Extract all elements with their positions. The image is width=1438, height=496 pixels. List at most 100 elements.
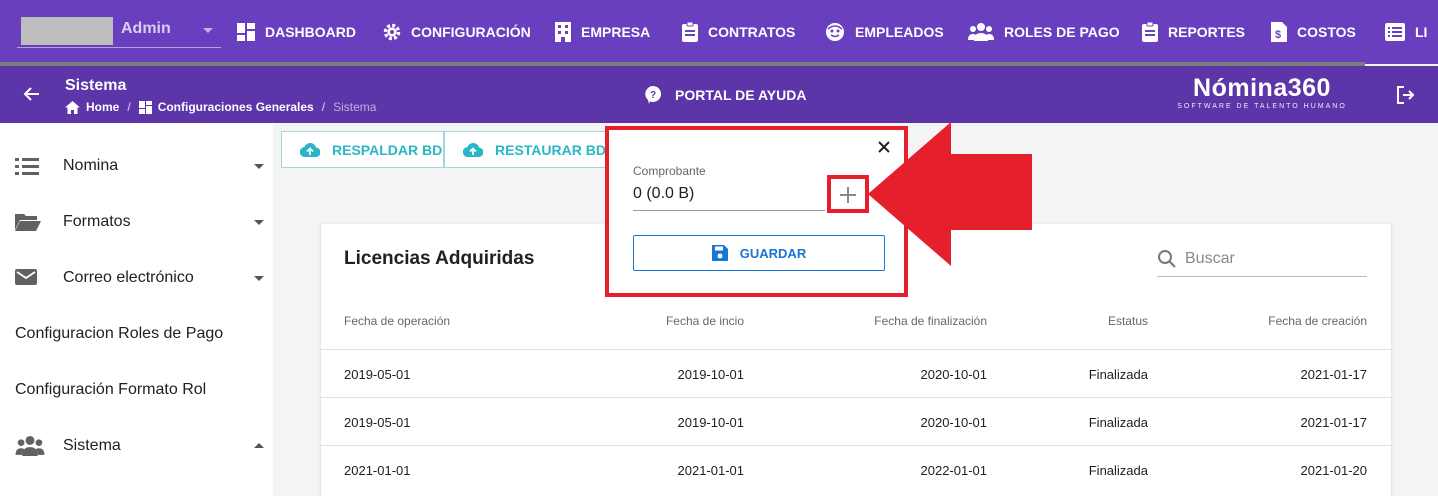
help-portal-label: PORTAL DE AYUDA [675, 87, 807, 103]
svg-text:$: $ [1275, 29, 1281, 41]
breadcrumb: Home / Configuraciones Generales / Siste… [65, 100, 376, 114]
cloud-upload-icon [463, 142, 483, 157]
sidebar-item-label: Formatos [63, 213, 131, 230]
dashboard-icon [138, 100, 152, 114]
nav-reportes-label: REPORTES [1168, 24, 1246, 40]
brand-logo: Nómina360 SOFTWARE DE TALENTO HUMANO [1172, 74, 1352, 110]
document-dollar-icon: $ [1271, 22, 1287, 42]
clipboard-icon [1142, 22, 1158, 42]
chevron-down-icon [254, 164, 264, 169]
cloud-upload-icon [300, 142, 320, 157]
gear-icon [383, 23, 401, 41]
restore-db-button[interactable]: RESTAURAR BD [444, 131, 608, 168]
backup-db-label: RESPALDAR BD [332, 141, 443, 158]
help-bubble-icon: ? [645, 86, 661, 104]
building-icon [555, 22, 571, 42]
nav-dashboard[interactable]: DASHBOARD [237, 0, 356, 64]
card-title: Licencias Adquiridas [344, 248, 535, 269]
sidebar-item-configuracion-roles[interactable]: Configuracion Roles de Pago [0, 306, 273, 362]
table-cell: 2019-05-01 [344, 367, 411, 382]
home-icon [65, 100, 80, 114]
table-cell: 2021-01-17 [1300, 367, 1368, 382]
logout-icon[interactable] [1396, 86, 1416, 104]
brand-name: Nómina360 [1193, 74, 1331, 102]
table-cell: 2021-01-17 [1300, 415, 1368, 430]
column-header-fecha-creacion[interactable]: Fecha de creación [1268, 314, 1367, 328]
nav-roles-de-pago[interactable]: ROLES DE PAGO [968, 0, 1120, 64]
table-cell: 2019-10-01 [677, 367, 745, 382]
face-icon [826, 23, 844, 41]
table-row[interactable]: 2021-01-01 2021-01-01 2022-01-01 Finaliz… [321, 445, 1391, 493]
table-cell: 2020-10-01 [920, 367, 988, 382]
sidebar-item-label: Nomina [63, 157, 119, 174]
table-cell: 2021-01-01 [677, 463, 745, 478]
mail-icon [15, 269, 37, 285]
nav-empresa[interactable]: EMPRESA [555, 0, 650, 64]
column-header-fecha-inicio[interactable]: Fecha de incio [666, 314, 744, 328]
nav-costos[interactable]: $ COSTOS [1271, 0, 1356, 64]
list-icon [1385, 23, 1405, 41]
annotation-arrow-icon [868, 122, 1032, 266]
sidebar-item-formatos[interactable]: Formatos [0, 194, 273, 250]
table-cell: 2022-01-01 [920, 463, 988, 478]
breadcrumb-home[interactable]: Home [86, 100, 119, 114]
table-cell: 2021-01-20 [1300, 463, 1368, 478]
top-navbar: Admin DASHBOARD CONFIGURACIÓN EMPRESA CO… [0, 0, 1438, 64]
table-cell: Finalizada [1088, 367, 1148, 382]
column-header-fecha-finalizacion[interactable]: Fecha de finalización [874, 314, 987, 328]
page-title: Sistema [65, 77, 127, 94]
restore-db-label: RESTAURAR BD [495, 141, 606, 158]
table-row[interactable]: 2019-05-01 2019-10-01 2020-10-01 Finaliz… [321, 349, 1391, 397]
field-underline [633, 210, 825, 211]
svg-text:?: ? [650, 90, 656, 101]
nav-configuracion-label: CONFIGURACIÓN [411, 24, 531, 40]
table-cell: 2019-05-01 [344, 415, 411, 430]
sidebar-item-sistema[interactable]: Sistema [0, 418, 273, 474]
help-portal-link[interactable]: ? PORTAL DE AYUDA [645, 86, 806, 104]
sidebar-item-configuracion-formato[interactable]: Configuración Formato Rol [0, 362, 273, 418]
arrow-left-icon[interactable] [22, 84, 42, 104]
nav-empresa-label: EMPRESA [581, 24, 651, 40]
sidebar: Nomina Formatos Correo electrónico Confi… [0, 123, 273, 496]
plus-icon [840, 187, 856, 203]
list-icon [15, 158, 39, 175]
table-row[interactable]: 2019-05-01 2019-10-01 2020-10-01 Finaliz… [321, 397, 1391, 445]
sidebar-item-label: Sistema [63, 437, 121, 454]
nav-empleados-label: EMPLEADOS [855, 24, 944, 40]
nav-empleados[interactable]: EMPLEADOS [825, 0, 944, 64]
table-cell: Finalizada [1088, 463, 1148, 478]
save-label: GUARDAR [739, 245, 807, 261]
nav-li-label: LI [1415, 24, 1428, 40]
add-file-button[interactable] [827, 175, 869, 213]
table-cell: 2019-10-01 [677, 415, 745, 430]
chevron-down-icon [203, 28, 213, 33]
save-button[interactable]: GUARDAR [633, 235, 885, 271]
comprobante-label: Comprobante [633, 164, 706, 178]
sidebar-item-correo[interactable]: Correo electrónico [0, 250, 273, 306]
chevron-up-icon [254, 443, 264, 448]
nav-reportes[interactable]: REPORTES [1142, 0, 1245, 64]
comprobante-file-field[interactable]: 0 (0.0 B) [633, 185, 694, 203]
search-input[interactable] [1185, 248, 1365, 270]
search-icon [1158, 250, 1176, 268]
page-header: Sistema Home / Configuraciones Generales… [0, 66, 1438, 123]
table-cell: Finalizada [1088, 415, 1148, 430]
search-box[interactable] [1157, 244, 1367, 277]
breadcrumb-section[interactable]: Configuraciones Generales [158, 100, 314, 114]
nav-dashboard-label: DASHBOARD [265, 24, 356, 40]
people-icon [15, 436, 45, 456]
nav-contratos[interactable]: CONTRATOS [682, 0, 795, 64]
brand-tagline: SOFTWARE DE TALENTO HUMANO [1177, 103, 1347, 110]
table-cell: 2020-10-01 [920, 415, 988, 430]
upload-dialog: Comprobante 0 (0.0 B) GUARDAR [605, 126, 908, 297]
backup-db-button[interactable]: RESPALDAR BD [281, 131, 444, 168]
nav-contratos-label: CONTRATOS [708, 24, 796, 40]
sidebar-item-label: Configuracion Roles de Pago [15, 325, 224, 342]
user-menu[interactable]: Admin [17, 14, 221, 48]
nav-li[interactable]: LI [1385, 0, 1427, 64]
nav-configuracion[interactable]: CONFIGURACIÓN [383, 0, 531, 64]
column-header-estatus[interactable]: Estatus [1108, 314, 1148, 328]
people-icon [968, 23, 994, 41]
sidebar-item-nomina[interactable]: Nomina [0, 138, 273, 194]
column-header-fecha-operacion[interactable]: Fecha de operación [344, 314, 450, 328]
